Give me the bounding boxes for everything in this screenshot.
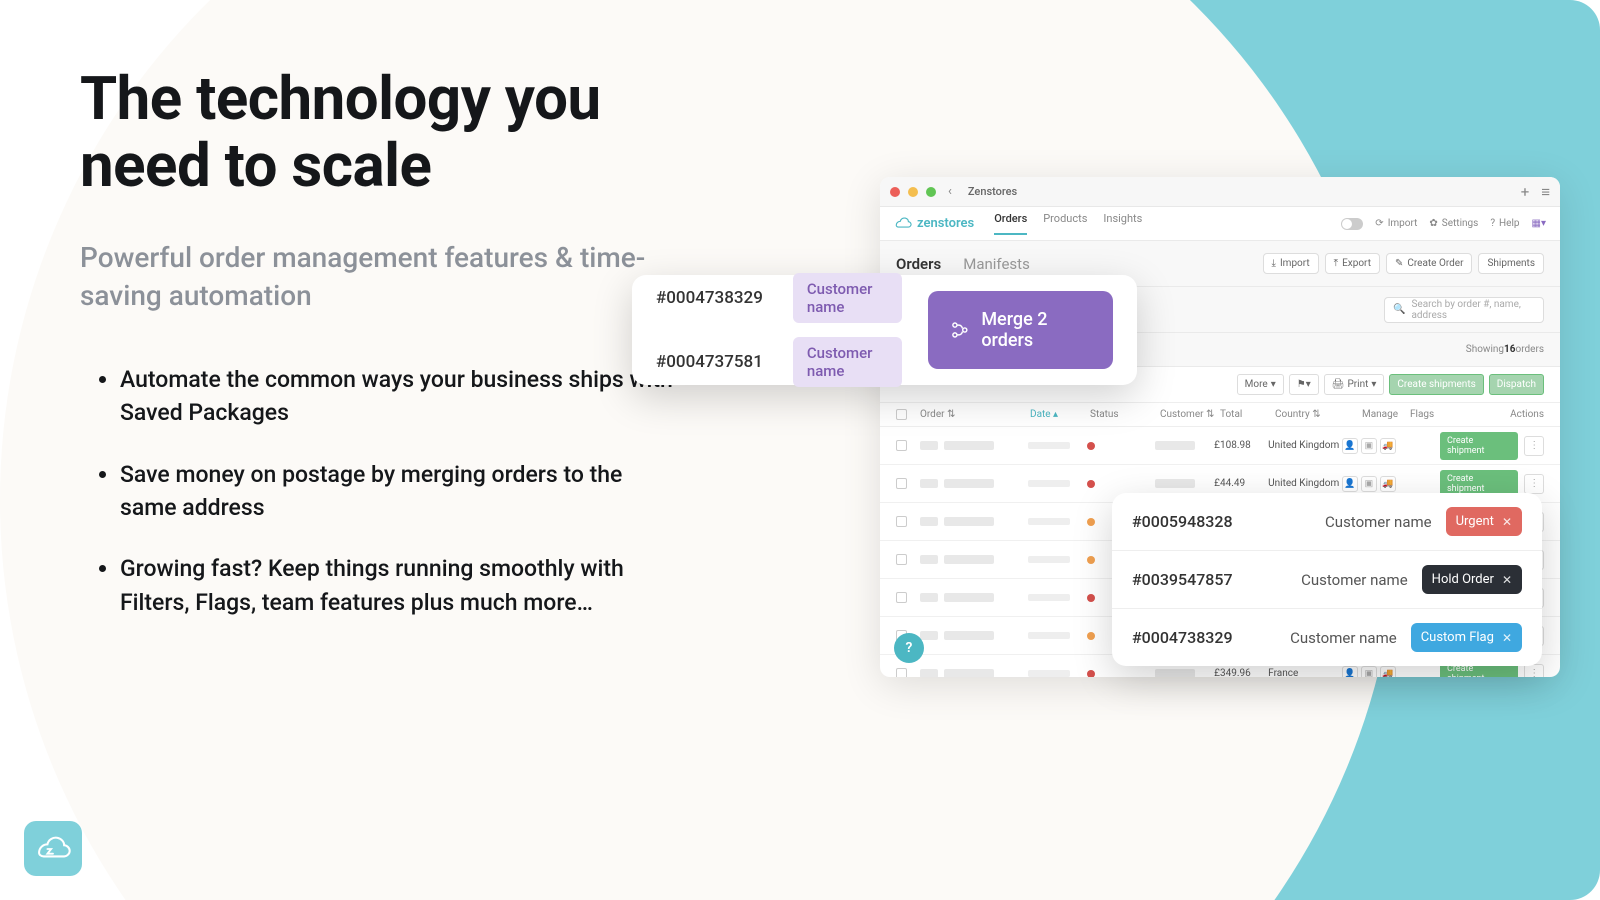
flag-row: #0004738329 Customer name Custom Flag✕: [1112, 609, 1542, 666]
user-icon[interactable]: 👤: [1342, 438, 1358, 454]
search-input[interactable]: 🔍 Search by order #, name, address: [1384, 297, 1544, 323]
box-icon[interactable]: ▣: [1361, 438, 1377, 454]
row-checkbox[interactable]: [896, 554, 907, 565]
table-header: Order ⇅ Date ▴ Status Customer ⇅ Total C…: [880, 403, 1560, 427]
row-checkbox[interactable]: [896, 516, 907, 527]
status-dot-icon: [1087, 480, 1095, 488]
box-icon[interactable]: ▣: [1361, 666, 1377, 678]
truck-icon[interactable]: 🚚: [1380, 476, 1396, 492]
status-dot-icon: [1087, 442, 1095, 450]
flag-customer-name: Customer name: [1301, 571, 1408, 589]
flag-row: #0039547857 Customer name Hold Order✕: [1112, 551, 1542, 609]
status-dot-icon: [1087, 594, 1095, 602]
remove-flag-icon[interactable]: ✕: [1502, 515, 1512, 529]
row-country: France: [1268, 668, 1342, 677]
flag-tag[interactable]: Hold Order✕: [1422, 565, 1522, 594]
truck-icon[interactable]: 🚚: [1380, 666, 1396, 678]
brand-logo[interactable]: zenstores: [894, 216, 974, 231]
back-icon[interactable]: ‹: [948, 184, 952, 199]
row-checkbox[interactable]: [896, 478, 907, 489]
subtab-manifests[interactable]: Manifests: [963, 255, 1030, 273]
locale-picker[interactable]: ▦▾: [1532, 218, 1546, 229]
print-button[interactable]: 🖨Print ▾: [1324, 374, 1385, 395]
flag-order-id: #0039547857: [1132, 570, 1262, 589]
window-title: Zenstores: [968, 185, 1017, 198]
merge-order-id: #0004737581: [656, 352, 763, 372]
merge-customer-name: Customer name: [793, 273, 902, 323]
brand-badge: [24, 821, 82, 876]
select-all-checkbox[interactable]: [896, 409, 907, 420]
hero-title: The technology you need to scale: [80, 65, 680, 199]
flag-customer-name: Customer name: [1325, 513, 1432, 531]
row-total: £44.49: [1214, 478, 1268, 489]
flag-button[interactable]: ⚑▾: [1289, 374, 1319, 395]
row-checkbox[interactable]: [896, 440, 907, 451]
bullet-item: Automate the common ways your business s…: [120, 363, 680, 430]
close-icon[interactable]: [890, 187, 900, 197]
create-order-button[interactable]: ✎Create Order: [1386, 253, 1473, 274]
flags-card: #0005948328 Customer name Urgent✕ #00395…: [1112, 493, 1542, 666]
row-total: £349.96: [1214, 668, 1268, 677]
flag-tag[interactable]: Urgent✕: [1446, 507, 1522, 536]
export-button[interactable]: ⤒Export: [1325, 253, 1380, 274]
merge-orders-button[interactable]: Merge 2 orders: [928, 291, 1113, 369]
flag-tag[interactable]: Custom Flag✕: [1411, 623, 1522, 652]
user-icon[interactable]: 👤: [1342, 476, 1358, 492]
row-checkbox[interactable]: [896, 592, 907, 603]
status-dot-icon: [1087, 670, 1095, 678]
truck-icon[interactable]: 🚚: [1380, 438, 1396, 454]
flag-customer-name: Customer name: [1290, 629, 1397, 647]
import-button[interactable]: ⤓Import: [1263, 253, 1319, 274]
help-fab[interactable]: ?: [894, 633, 924, 663]
shipments-button[interactable]: Shipments: [1478, 253, 1544, 274]
remove-flag-icon[interactable]: ✕: [1502, 631, 1512, 645]
row-actions-menu[interactable]: ⋮: [1524, 474, 1544, 494]
flag-row: #0005948328 Customer name Urgent✕: [1112, 493, 1542, 551]
more-button[interactable]: More ▾: [1237, 374, 1284, 395]
status-dot-icon: [1087, 556, 1095, 564]
row-country: United Kingdom: [1268, 440, 1342, 451]
nav-orders[interactable]: Orders: [994, 212, 1027, 235]
app-bar: zenstores Orders Products Insights ⟳Impo…: [880, 207, 1560, 241]
create-shipment-button[interactable]: Create shipment: [1440, 432, 1518, 460]
help-link[interactable]: ?Help: [1490, 218, 1519, 229]
row-total: £108.98: [1214, 440, 1268, 451]
add-tab-icon[interactable]: +: [1521, 183, 1530, 201]
create-shipments-button[interactable]: Create shipments: [1389, 374, 1483, 395]
flag-order-id: #0005948328: [1132, 512, 1262, 531]
hero-subtitle: Powerful order management features & tim…: [80, 239, 680, 315]
minimize-icon[interactable]: [908, 187, 918, 197]
nav-insights[interactable]: Insights: [1103, 212, 1142, 235]
remove-flag-icon[interactable]: ✕: [1502, 573, 1512, 587]
row-country: United Kingdom: [1268, 478, 1342, 489]
bullet-item: Save money on postage by merging orders …: [120, 458, 680, 525]
flag-order-id: #0004738329: [1132, 628, 1262, 647]
row-actions-menu[interactable]: ⋮: [1524, 436, 1544, 456]
import-link[interactable]: ⟳Import: [1375, 218, 1417, 229]
hero-bullets: Automate the common ways your business s…: [80, 363, 680, 619]
window-titlebar: ‹ Zenstores + ≡: [880, 177, 1560, 207]
row-checkbox[interactable]: [896, 668, 907, 677]
dispatch-button[interactable]: Dispatch: [1489, 374, 1544, 395]
box-icon[interactable]: ▣: [1361, 476, 1377, 492]
merge-order-id: #0004738329: [656, 288, 763, 308]
maximize-icon[interactable]: [926, 187, 936, 197]
nav-products[interactable]: Products: [1043, 212, 1087, 235]
user-icon[interactable]: 👤: [1342, 666, 1358, 678]
status-dot-icon: [1087, 518, 1095, 526]
menu-icon[interactable]: ≡: [1541, 183, 1550, 201]
subtab-orders[interactable]: Orders: [896, 255, 941, 273]
merge-customer-name: Customer name: [793, 337, 902, 387]
settings-link[interactable]: ✿Settings: [1429, 218, 1478, 229]
table-row: £108.98 United Kingdom 👤▣🚚 Create shipme…: [880, 427, 1560, 465]
merge-card: #0004738329 Customer name #0004737581 Cu…: [632, 275, 1137, 385]
bullet-item: Growing fast? Keep things running smooth…: [120, 552, 680, 619]
dark-mode-toggle[interactable]: [1341, 218, 1363, 230]
search-icon: 🔍: [1393, 304, 1405, 315]
status-dot-icon: [1087, 632, 1095, 640]
